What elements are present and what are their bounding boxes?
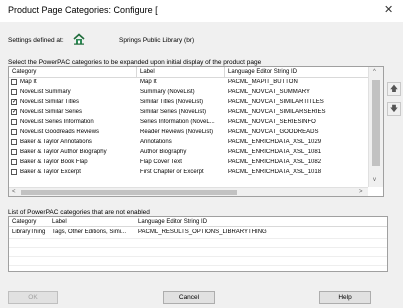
label-cell: Series Information (NoveL... [140,119,215,125]
row-checkbox[interactable] [11,119,17,125]
column-header-label[interactable]: Label [140,69,155,75]
string-id-cell: PACML_NOVCAT_SUMMARY [228,89,311,95]
arrow-up-icon: 🡅 [389,84,399,93]
grid-line [9,256,387,257]
category-cell: NoveList Series Information [20,119,94,125]
table-row[interactable]: Baker & Taylor Book Flap Flap Cover Text… [9,158,383,167]
cancel-button[interactable]: Cancel [163,291,215,304]
table-row[interactable]: ✓ NoveList Similar Titles Similar Titles… [9,98,383,107]
grid-header: Category Label Language Editor String ID [9,67,383,78]
ok-button[interactable]: OK [8,291,58,304]
settings-defined-at-label: Settings defined at: [8,37,64,44]
label-cell: Summary (NoveList) [140,89,195,95]
column-header-category[interactable]: Category [12,69,36,75]
row-checkbox[interactable] [11,169,17,175]
string-id-cell: PACML_RESULTS_OPTIONS_LIBRARYTHING [138,229,267,235]
row-checkbox[interactable] [11,149,17,155]
table-row[interactable]: NoveList Series Information Series Infor… [9,118,383,127]
settings-location-value: Springs Public Library (br) [119,37,195,44]
grid-line [9,247,387,248]
vertical-scroll-thumb[interactable] [372,80,380,166]
row-checkbox[interactable] [11,139,17,145]
table-row[interactable]: Baker & Taylor Author Biography Author B… [9,148,383,157]
grid-line [9,238,387,239]
column-separator[interactable] [224,67,225,77]
label-cell: Tags, Other Editions, Simi... [52,229,127,235]
arrow-down-icon: 🡇 [389,104,399,113]
row-checkbox[interactable] [11,89,17,95]
move-down-button[interactable]: 🡇 [387,102,401,116]
table-row[interactable]: Map It Map It PACML_MAPIT_BUTTON [9,78,383,87]
column-separator[interactable] [136,67,137,77]
string-id-cell: PACML_NOVCAT_SIMILARTITLES [228,99,324,105]
column-header-label[interactable]: Label [52,219,67,225]
string-id-cell: PACML_MAPIT_BUTTON [228,79,298,85]
string-id-cell: PACML_ENRICHDATA_XSL_1018 [228,169,322,175]
category-cell: NoveList Goodreads Reviews [20,129,100,135]
grid-line [9,265,387,266]
grid-header: Category Label Language Editor String ID [9,217,387,227]
category-cell: Baker & Taylor Book Flap [20,159,88,165]
label-cell: Map It [140,79,157,85]
label-cell: Author Biography [140,149,187,155]
category-cell: Map It [20,79,37,85]
row-checkbox[interactable]: ✓ [11,109,17,115]
string-id-cell: PACML_NOVCAT_SERIESINFO [228,119,316,125]
scroll-right-icon[interactable]: > [359,189,363,195]
horizontal-scrollbar[interactable]: < > [9,187,368,196]
column-header-string-id[interactable]: Language Editor String ID [228,69,297,75]
table-row[interactable]: NoveList Summary Summary (NoveList) PACM… [9,88,383,97]
help-button[interactable]: Help [319,291,371,304]
expanded-categories-grid[interactable]: Category Label Language Editor String ID… [8,66,384,197]
row-checkbox[interactable]: ✓ [11,99,17,105]
row-checkbox[interactable] [11,159,17,165]
table-row[interactable]: NoveList Goodreads Reviews Reader Review… [9,128,383,137]
vertical-scrollbar[interactable]: ^ v [368,67,383,187]
string-id-cell: PACML_NOVCAT_SIMILARSERIES [228,109,326,115]
row-checkbox[interactable] [11,129,17,135]
category-cell: LibraryThing [12,229,46,235]
column-header-string-id[interactable]: Language Editor String ID [138,219,207,225]
string-id-cell: PACML_ENRICHDATA_XSL_1081 [228,149,322,155]
not-enabled-grid[interactable]: Category Label Language Editor String ID… [8,216,388,272]
label-cell: Similar Titles (NoveList) [140,99,204,105]
string-id-cell: PACML_ENRICHDATA_XSL_1082 [228,159,322,165]
expanded-categories-hint: Select the PowerPAC categories to be exp… [8,59,262,66]
window-title: Product Page Categories: Configure [ [8,5,158,15]
table-row[interactable]: Baker & Taylor Excerpt First Chapter or … [9,168,383,177]
category-cell: NoveList Summary [20,89,71,95]
table-row[interactable]: LibraryThing Tags, Other Editions, Simi.… [9,228,387,237]
table-row[interactable]: ✓ NoveList Similar Series Similar Series… [9,108,383,117]
row-checkbox[interactable] [11,79,17,85]
not-enabled-list-label: List of PowerPAC categories that are not… [8,209,150,216]
category-cell: Baker & Taylor Author Biography [20,149,107,155]
string-id-cell: PACML_ENRICHDATA_XSL_1029 [228,139,322,145]
table-row[interactable]: Baker & Taylor Annotations Annotations P… [9,138,383,147]
category-cell: NoveList Similar Series [20,109,83,115]
label-cell: Flap Cover Text [140,159,182,165]
scroll-down-icon[interactable]: v [373,177,376,183]
horizontal-scroll-thumb[interactable] [21,190,237,195]
category-cell: Baker & Taylor Excerpt [20,169,81,175]
category-cell: NoveList Similar Titles [20,99,80,105]
label-cell: Reader Reviews (NoveList) [140,129,214,135]
label-cell: Similar Series (NoveList) [140,109,207,115]
close-icon[interactable]: ✕ [384,3,393,16]
label-cell: Annotations [140,139,172,145]
column-header-category[interactable]: Category [12,219,36,225]
string-id-cell: PACML_NOVCAT_GOODREADS [228,129,319,135]
scroll-up-icon[interactable]: ^ [373,69,376,75]
category-cell: Baker & Taylor Annotations [20,139,92,145]
move-up-button[interactable]: 🡅 [387,82,401,96]
scroll-left-icon[interactable]: < [12,189,16,195]
home-icon [73,33,85,45]
label-cell: First Chapter or Excerpt [140,169,204,175]
